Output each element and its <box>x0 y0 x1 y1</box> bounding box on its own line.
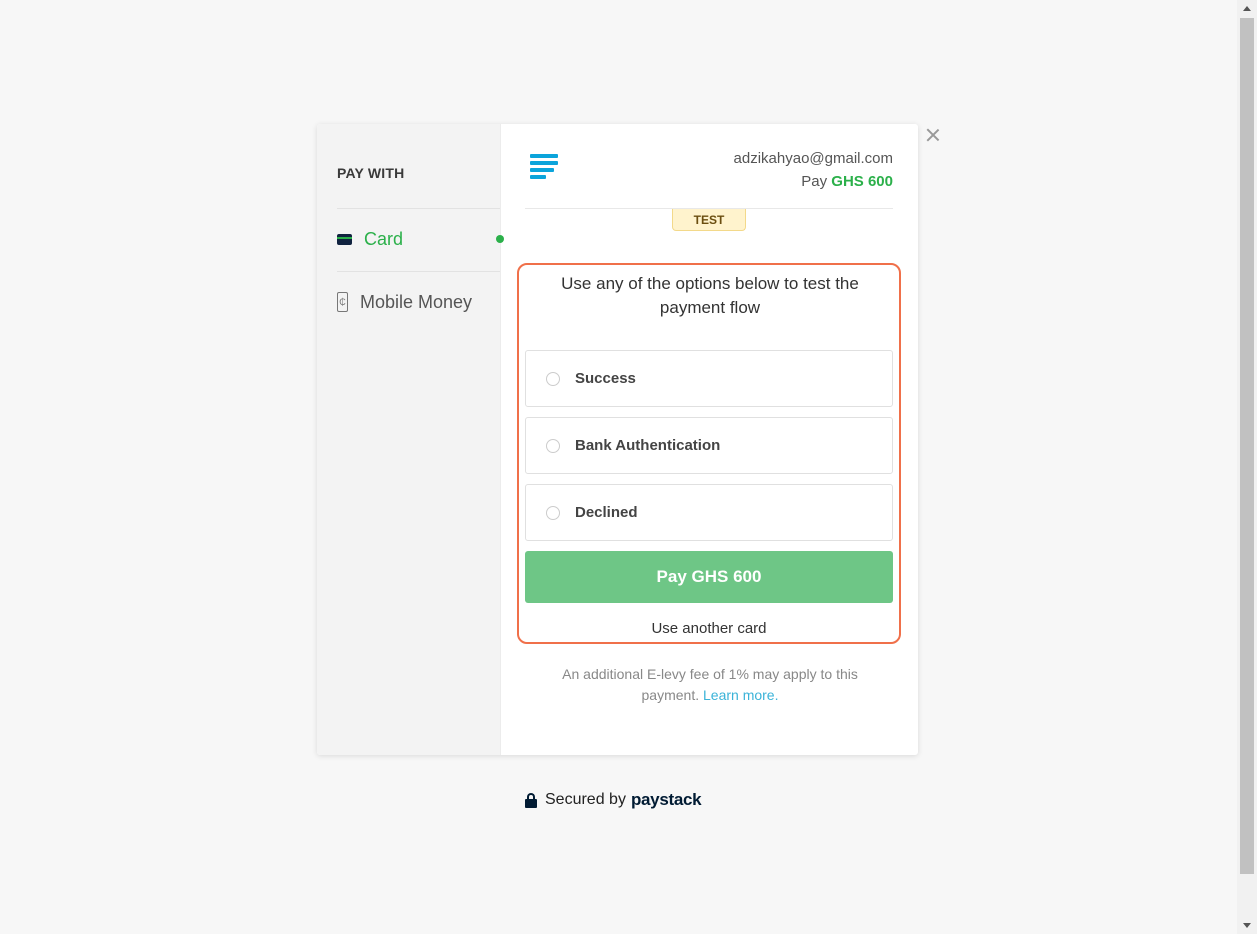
test-instruction: Use any of the options below to test the… <box>561 274 859 317</box>
sidebar-item-label: Mobile Money <box>360 291 473 312</box>
option-bank-authentication[interactable]: Bank Authentication <box>525 417 893 474</box>
test-mode-badge: TEST <box>672 209 746 231</box>
paystack-logo: paystack <box>630 790 702 809</box>
option-declined[interactable]: Declined <box>525 484 893 541</box>
option-success[interactable]: Success <box>525 350 893 407</box>
scrollbar-thumb[interactable] <box>1240 18 1254 874</box>
pay-amount-line: Pay GHS 600 <box>801 173 893 190</box>
option-label: Bank Authentication <box>575 437 721 454</box>
sidebar-item-card[interactable]: Card <box>337 208 504 270</box>
use-another-card-link[interactable]: Use another card <box>525 620 893 637</box>
option-label: Success <box>575 370 636 387</box>
payment-main-panel: adzikahyao@gmail.com Pay GHS 600 TEST Us… <box>500 124 918 755</box>
learn-more-link[interactable]: Learn more. <box>703 687 778 703</box>
secured-by-text: Secured by <box>545 791 626 808</box>
scroll-up-arrow-icon[interactable] <box>1243 6 1251 11</box>
cedi-glyph: ₵ <box>339 297 346 307</box>
radio-button[interactable] <box>546 505 560 520</box>
sidebar-item-mobile-money[interactable]: ₵ Mobile Money <box>337 271 500 333</box>
merchant-logo-icon <box>530 154 560 182</box>
pay-prefix: Pay <box>801 173 828 190</box>
customer-email: adzikahyao@gmail.com <box>733 150 893 167</box>
lock-icon <box>525 792 537 808</box>
secured-by-footer: Secured by paystack <box>525 790 702 810</box>
scroll-down-arrow-icon[interactable] <box>1243 923 1251 928</box>
option-label: Declined <box>575 504 638 521</box>
card-icon <box>337 233 352 245</box>
phone-icon: ₵ <box>337 292 348 312</box>
pay-with-heading: PAY WITH <box>337 165 405 181</box>
e-levy-notice: An additional E-levy fee of 1% may apply… <box>540 664 880 706</box>
payment-method-sidebar: PAY WITH Card ₵ Mobile Money <box>317 124 504 755</box>
radio-button[interactable] <box>546 438 560 453</box>
scrollbar[interactable] <box>1237 0 1257 934</box>
payment-modal: PAY WITH Card ₵ Mobile Money adzikahyao@… <box>317 124 918 755</box>
sidebar-item-label: Card <box>364 228 404 249</box>
pay-amount: GHS 600 <box>831 173 893 190</box>
close-icon[interactable] <box>926 128 940 142</box>
pay-button[interactable]: Pay GHS 600 <box>525 551 893 603</box>
radio-button[interactable] <box>546 371 560 386</box>
